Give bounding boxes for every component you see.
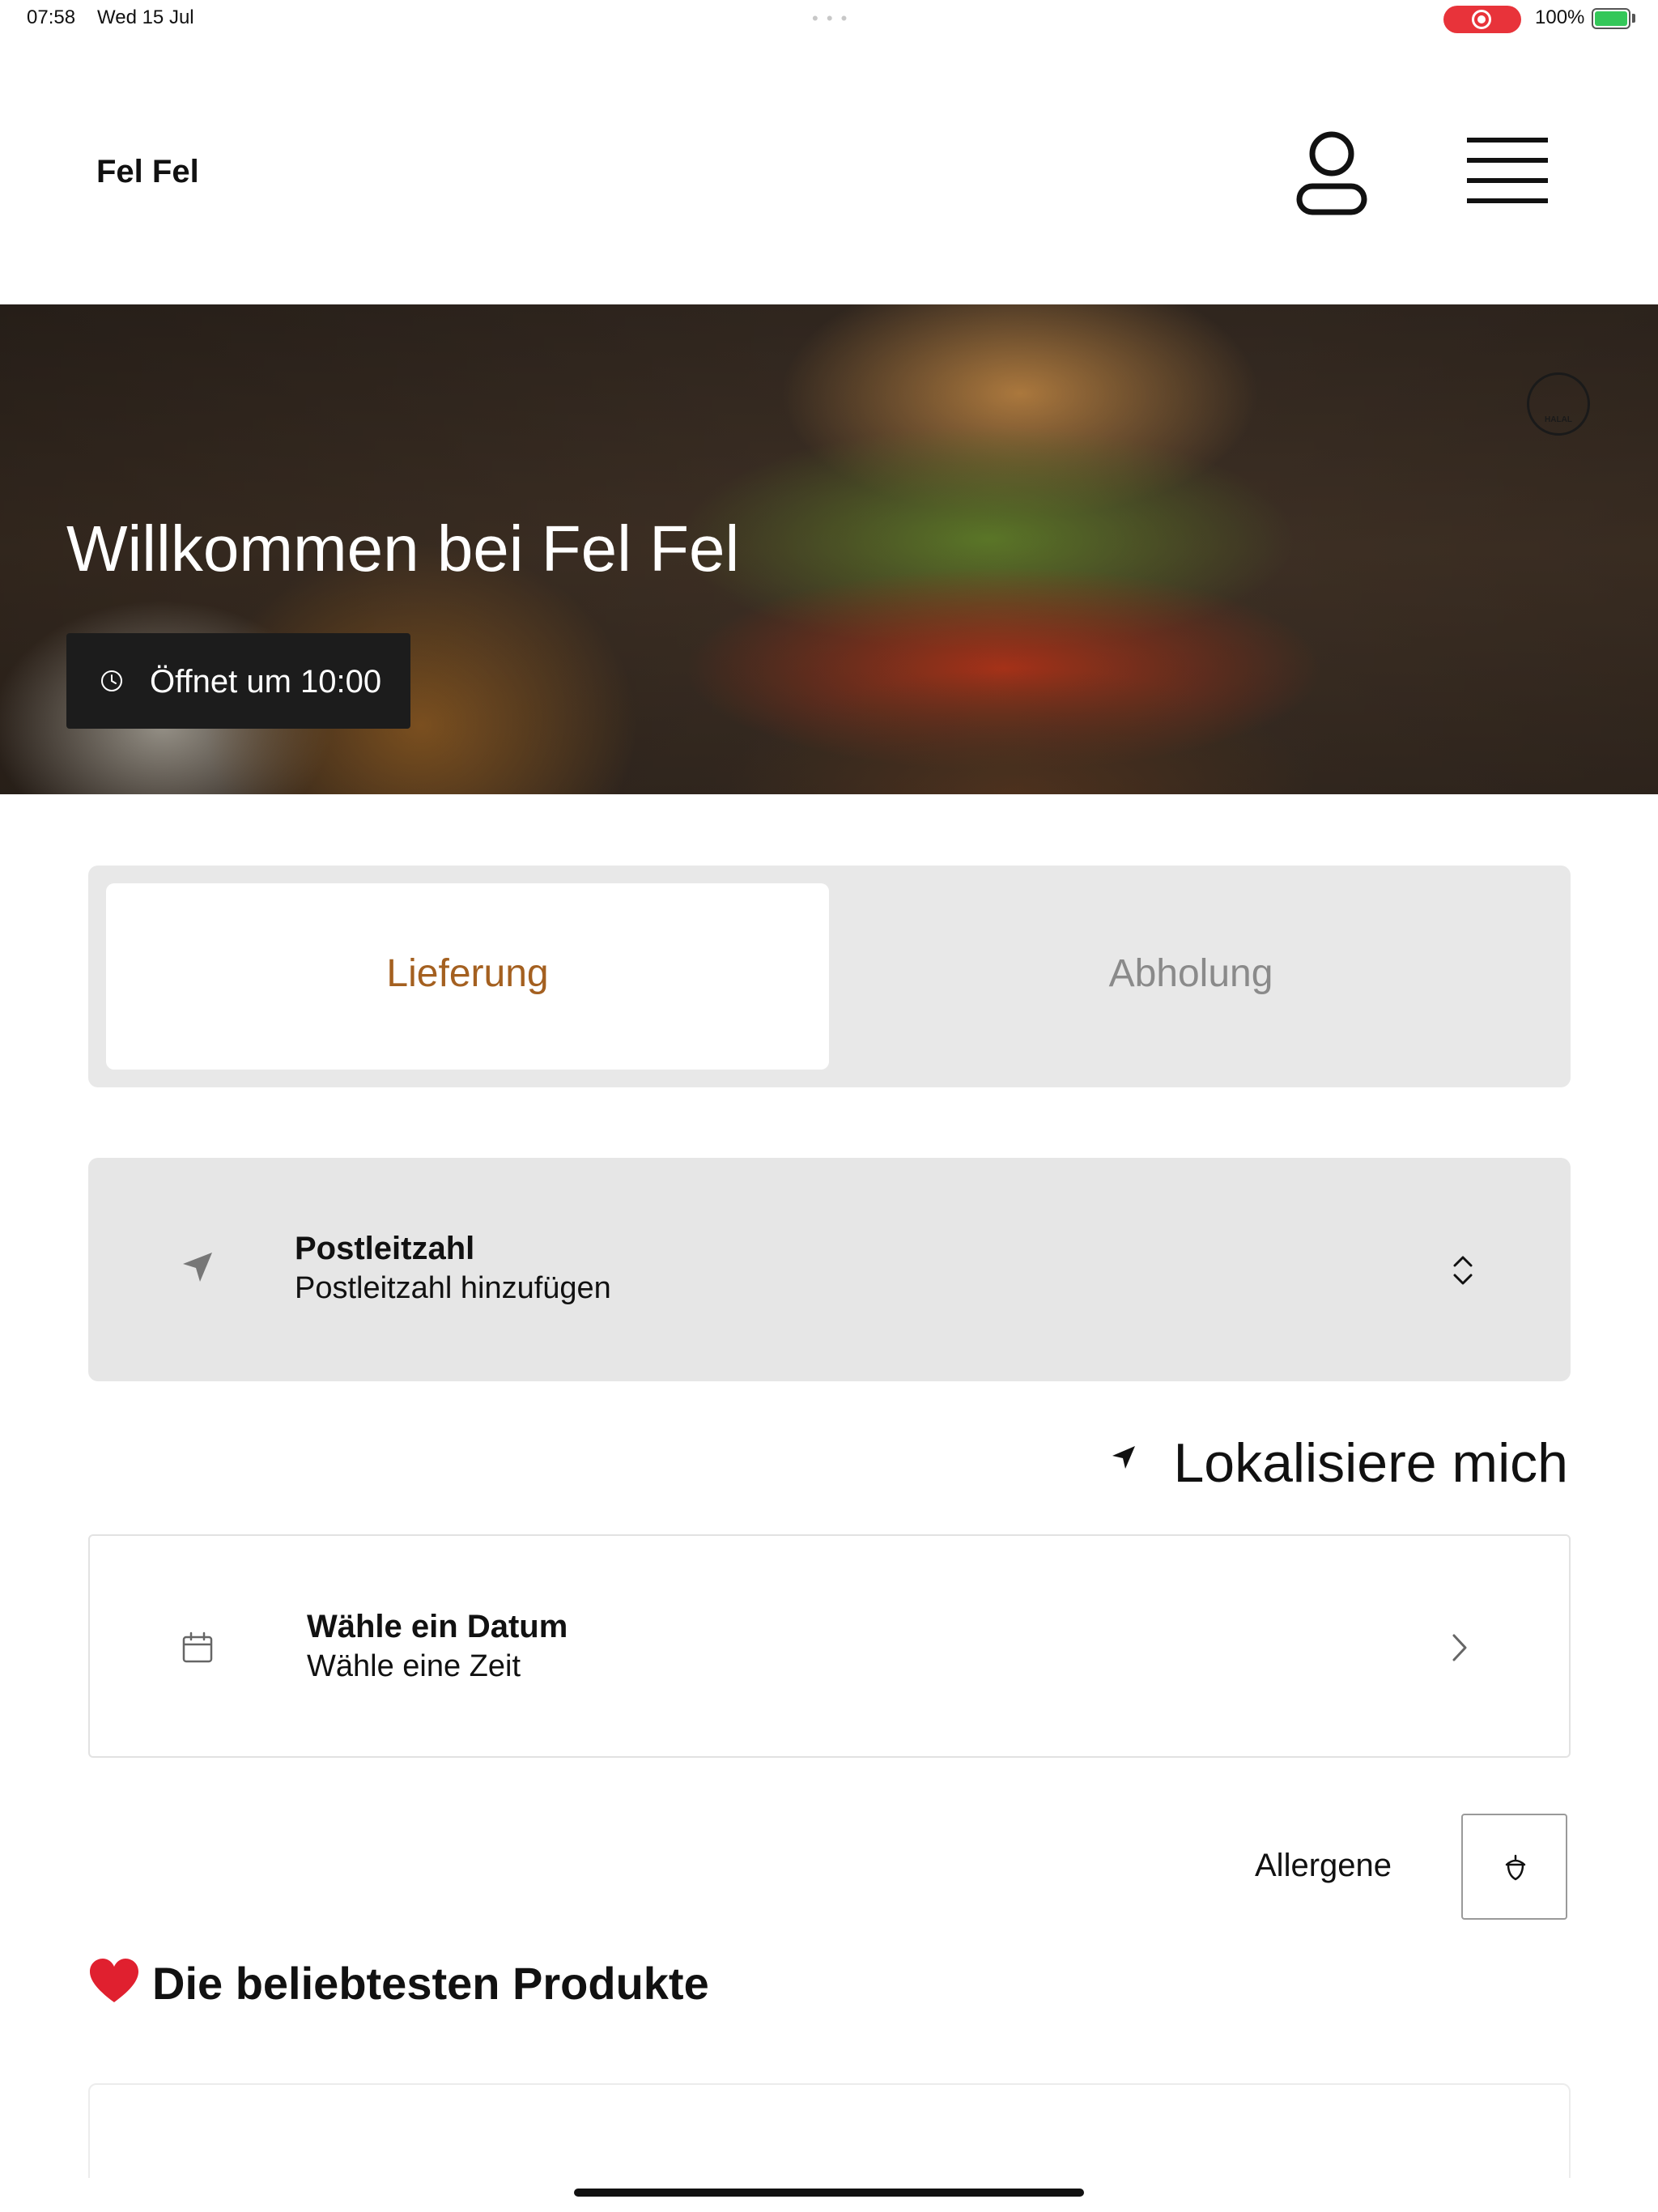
opening-hours-badge: Öffnet um 10:00: [66, 633, 410, 729]
allergens-button[interactable]: [1461, 1814, 1567, 1920]
opening-hours-text: Öffnet um 10:00: [150, 664, 382, 700]
date-time-selector[interactable]: Wähle ein Datum Wähle eine Zeit: [88, 1534, 1571, 1758]
calendar-icon: [182, 1631, 213, 1663]
battery-icon: [1592, 8, 1630, 29]
location-arrow-icon: [1112, 1446, 1135, 1469]
time-subtitle: Wähle eine Zeit: [307, 1649, 521, 1683]
battery-cap: [1632, 14, 1635, 23]
postal-code-placeholder: Postleitzahl hinzufügen: [295, 1271, 611, 1305]
locate-me-label: Lokalisiere mich: [1173, 1432, 1568, 1494]
status-time: 07:58: [27, 6, 76, 28]
status-date: Wed 15 Jul: [97, 6, 194, 28]
location-arrow-icon: [183, 1253, 212, 1282]
hero-banner: HALAL Willkommen bei Fel Fel Öffnet um 1…: [0, 304, 1658, 794]
chevron-right-icon: [1452, 1634, 1467, 1661]
clock-icon: [101, 670, 122, 691]
user-icon[interactable]: [1295, 130, 1368, 217]
postal-code-title: Postleitzahl: [295, 1231, 475, 1266]
screen-recording-indicator[interactable]: [1443, 6, 1521, 33]
tab-abholung[interactable]: Abholung: [829, 883, 1553, 1070]
tab-lieferung-label: Lieferung: [386, 952, 549, 995]
tab-abholung-label: Abholung: [1108, 952, 1273, 995]
halal-badge-icon: HALAL: [1527, 372, 1590, 436]
record-icon: [1472, 10, 1491, 29]
date-title: Wähle ein Datum: [307, 1609, 568, 1644]
tab-lieferung[interactable]: Lieferung: [106, 883, 829, 1070]
chevron-up-down-icon: [1453, 1256, 1473, 1285]
battery-percent: 100%: [1535, 6, 1585, 28]
acorn-icon: [1505, 1854, 1526, 1881]
home-indicator[interactable]: [574, 2189, 1084, 2197]
hamburger-menu-icon[interactable]: [1467, 136, 1548, 206]
hero-title: Willkommen bei Fel Fel: [66, 513, 740, 585]
locate-me-button[interactable]: Lokalisiere mich: [1109, 1425, 1571, 1494]
app-title[interactable]: Fel Fel: [96, 154, 199, 190]
heart-icon: [90, 1959, 138, 2002]
halal-badge-text: HALAL: [1545, 415, 1572, 424]
popular-products-title: Die beliebtesten Produkte: [152, 1958, 709, 2009]
multitasking-dots-icon[interactable]: • • •: [812, 8, 848, 29]
status-bar: 07:58 Wed 15 Jul • • • 100%: [0, 0, 1658, 39]
allergens-label: Allergene: [1255, 1848, 1392, 1883]
postal-code-selector[interactable]: Postleitzahl Postleitzahl hinzufügen: [88, 1158, 1571, 1381]
order-type-segmented-control: Lieferung Abholung: [88, 866, 1571, 1087]
